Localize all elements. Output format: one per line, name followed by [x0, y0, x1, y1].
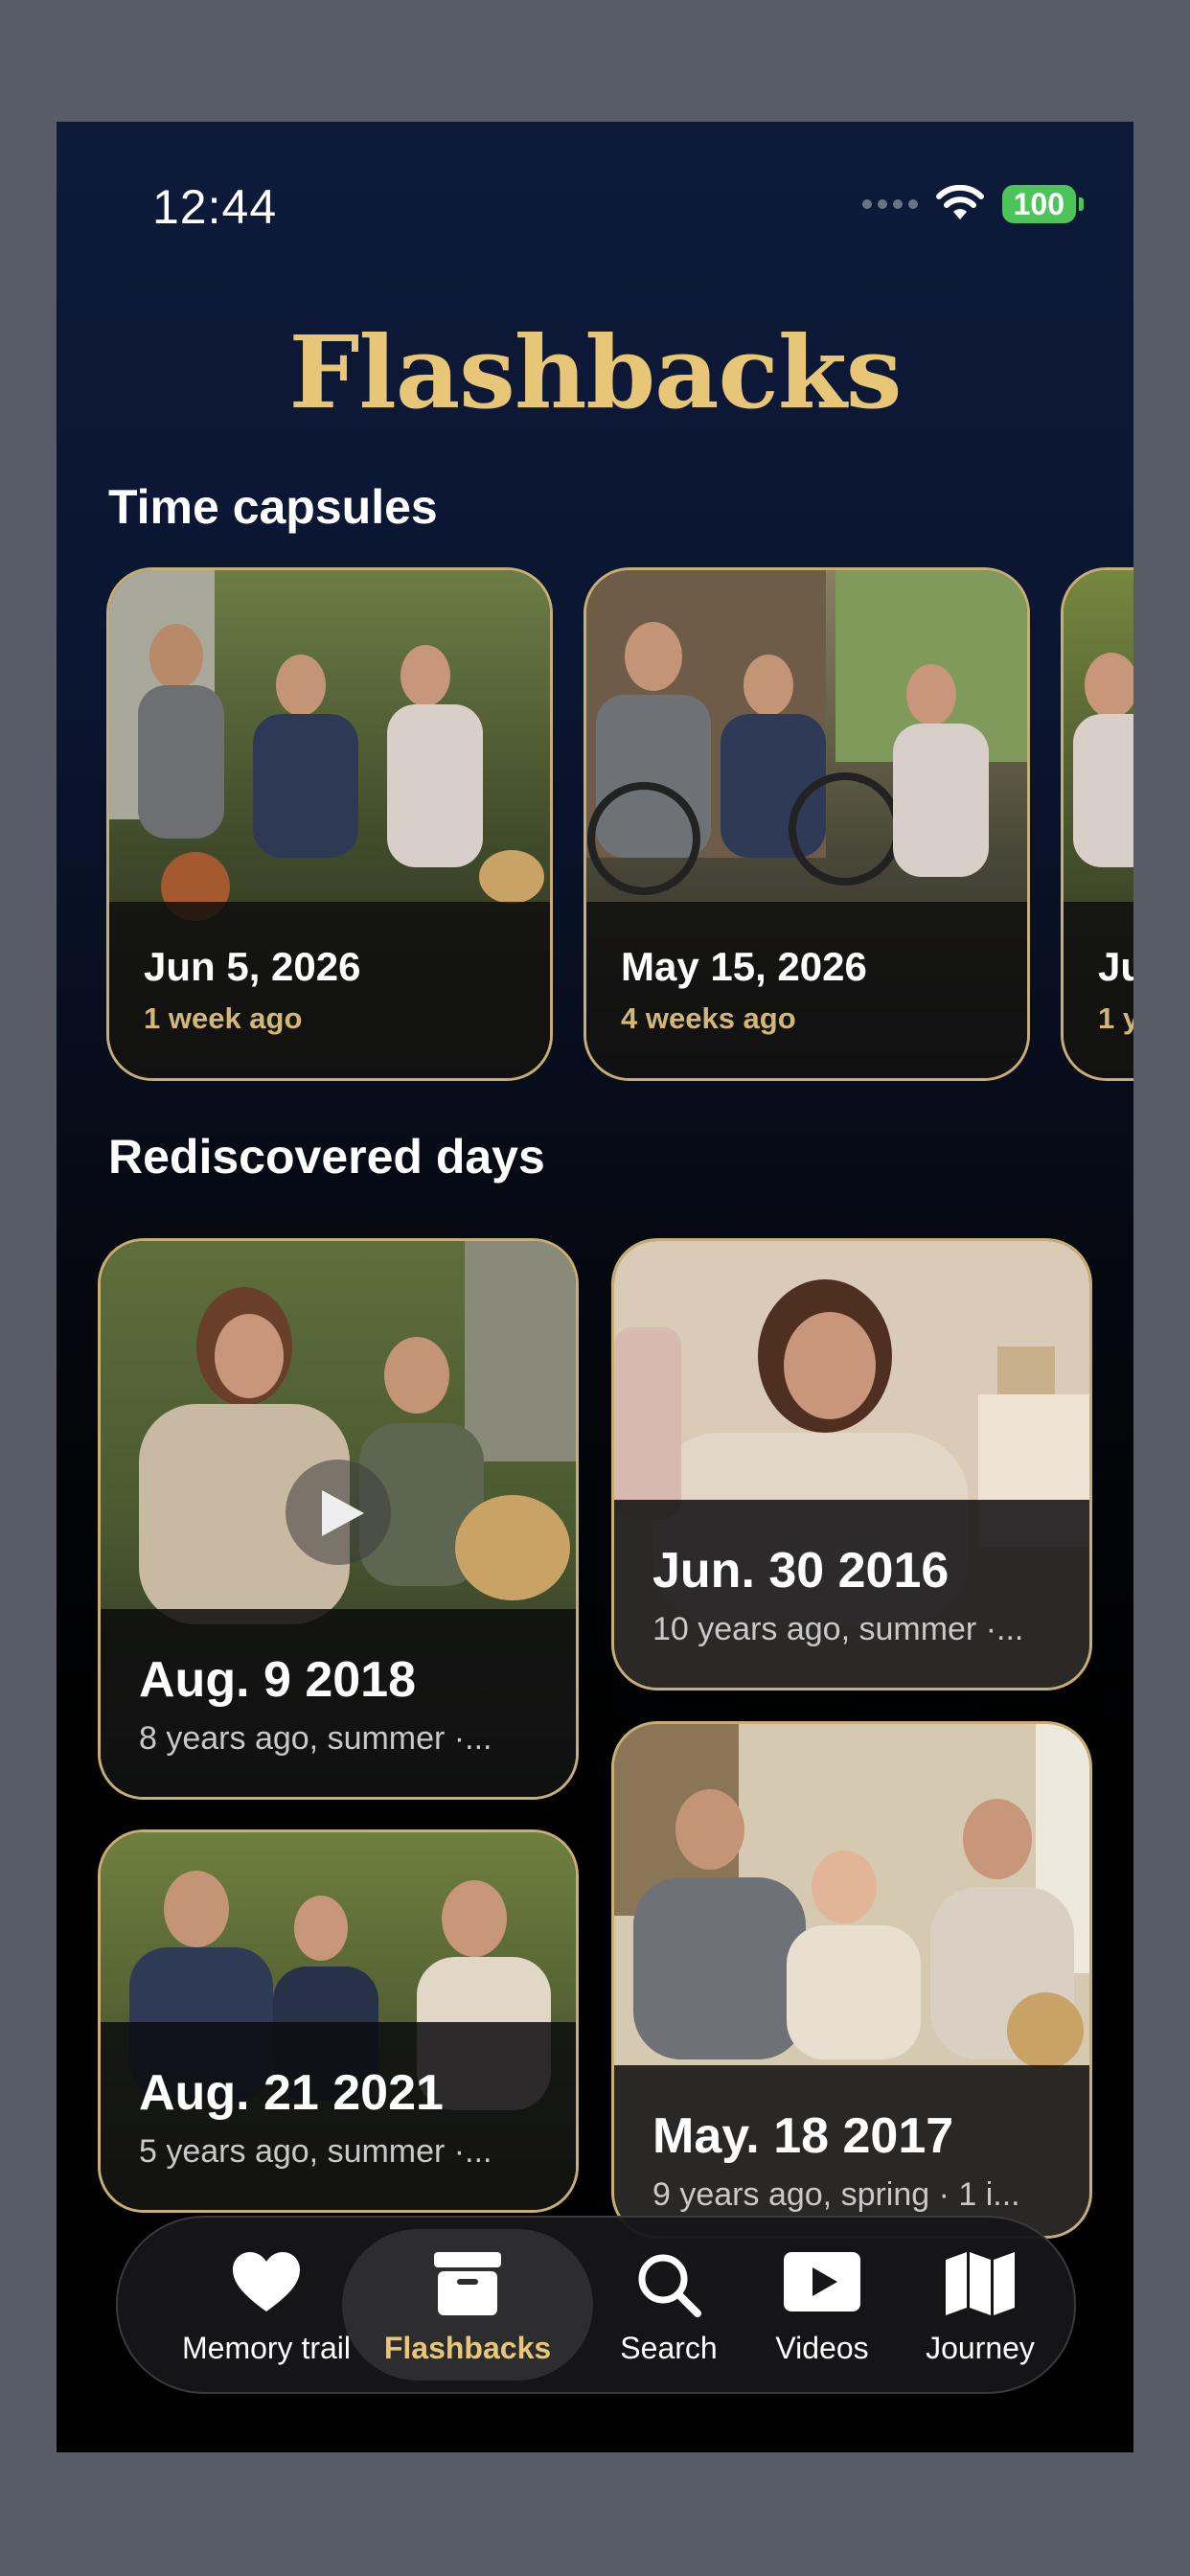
day-details: 5 years ago, summer ·...: [139, 2133, 492, 2170]
time-capsules-carousel[interactable]: Jun 5, 2026 1 week ago May 15, 2026 4 we…: [106, 567, 1133, 1081]
time-capsules-heading: Time capsules: [108, 480, 438, 534]
battery-icon: 100: [1001, 185, 1085, 223]
tab-bar: Memory trail Flashbacks Search Videos Jo…: [116, 2216, 1076, 2394]
tab-flashbacks[interactable]: Flashbacks: [342, 2218, 593, 2392]
time-capsule-card[interactable]: Jun 5, 2026 1 week ago: [106, 567, 553, 1081]
day-caption: Aug. 21 2021 5 years ago, summer ·...: [101, 2022, 576, 2210]
tab-memory-trail[interactable]: Memory trail: [171, 2218, 362, 2392]
day-caption: May. 18 2017 9 years ago, spring · 1 i..…: [614, 2065, 1089, 2236]
page-title: Flashbacks: [288, 313, 903, 431]
tab-journey[interactable]: Journey: [904, 2218, 1057, 2392]
day-details: 8 years ago, summer ·...: [139, 1720, 492, 1757]
capsule-caption: Jun 5, 2026 1 week ago: [109, 902, 550, 1078]
day-caption: Aug. 9 2018 8 years ago, summer ·...: [101, 1609, 576, 1797]
status-indicators: 100: [861, 185, 1085, 223]
map-icon: [946, 2252, 1015, 2315]
day-details: 9 years ago, spring · 1 i...: [652, 2176, 1020, 2213]
day-date: Aug. 21 2021: [139, 2065, 444, 2121]
capsule-date: Jun 5, 2026: [144, 944, 361, 989]
day-caption: Jun. 30 2016 10 years ago, summer ·...: [614, 1500, 1089, 1688]
rediscovered-days-heading: Rediscovered days: [108, 1130, 545, 1184]
search-icon: [638, 2254, 701, 2317]
capsule-relative-time: 4 weeks ago: [621, 1001, 796, 1035]
rediscovered-day-card[interactable]: Aug. 21 2021 5 years ago, summer ·...: [98, 1829, 579, 2213]
play-video-button[interactable]: [286, 1460, 391, 1565]
heart-icon: [233, 2252, 300, 2312]
tab-label: Memory trail: [181, 2331, 351, 2365]
day-details: 10 years ago, summer ·...: [652, 1611, 1024, 1647]
play-icon: [322, 1490, 364, 1536]
day-date: Aug. 9 2018: [139, 1652, 417, 1708]
time-capsule-card[interactable]: Ju 1 y: [1061, 567, 1133, 1081]
capsule-date: Ju: [1098, 944, 1133, 989]
rediscovered-day-card[interactable]: Jun. 30 2016 10 years ago, summer ·...: [611, 1238, 1092, 1690]
tab-search[interactable]: Search: [597, 2218, 741, 2392]
capsule-caption: Ju 1 y: [1064, 902, 1133, 1078]
phone-screen: 12:44 100 Flashbacks Time capsules Jun 5…: [57, 122, 1133, 2452]
tab-label: Videos: [775, 2331, 869, 2365]
tab-label: Search: [620, 2331, 718, 2365]
cellular-signal-icon: [861, 199, 918, 209]
archive-box-icon: [434, 2252, 501, 2315]
capsule-caption: May 15, 2026 4 weeks ago: [586, 902, 1027, 1078]
capsule-relative-time: 1 week ago: [144, 1001, 303, 1035]
tab-label: Journey: [926, 2331, 1035, 2365]
day-date: May. 18 2017: [652, 2108, 954, 2164]
play-rectangle-icon: [784, 2252, 860, 2312]
day-date: Jun. 30 2016: [652, 1543, 950, 1598]
capsule-relative-time: 1 y: [1098, 1001, 1133, 1035]
status-time: 12:44: [152, 180, 278, 234]
rediscovered-day-card[interactable]: Aug. 9 2018 8 years ago, summer ·...: [98, 1238, 579, 1800]
wifi-icon: [935, 185, 984, 219]
capsule-date: May 15, 2026: [621, 944, 867, 989]
time-capsule-card[interactable]: May 15, 2026 4 weeks ago: [584, 567, 1030, 1081]
tab-label: Flashbacks: [383, 2331, 552, 2365]
rediscovered-day-card[interactable]: May. 18 2017 9 years ago, spring · 1 i..…: [611, 1721, 1092, 2239]
tab-videos[interactable]: Videos: [750, 2218, 894, 2392]
